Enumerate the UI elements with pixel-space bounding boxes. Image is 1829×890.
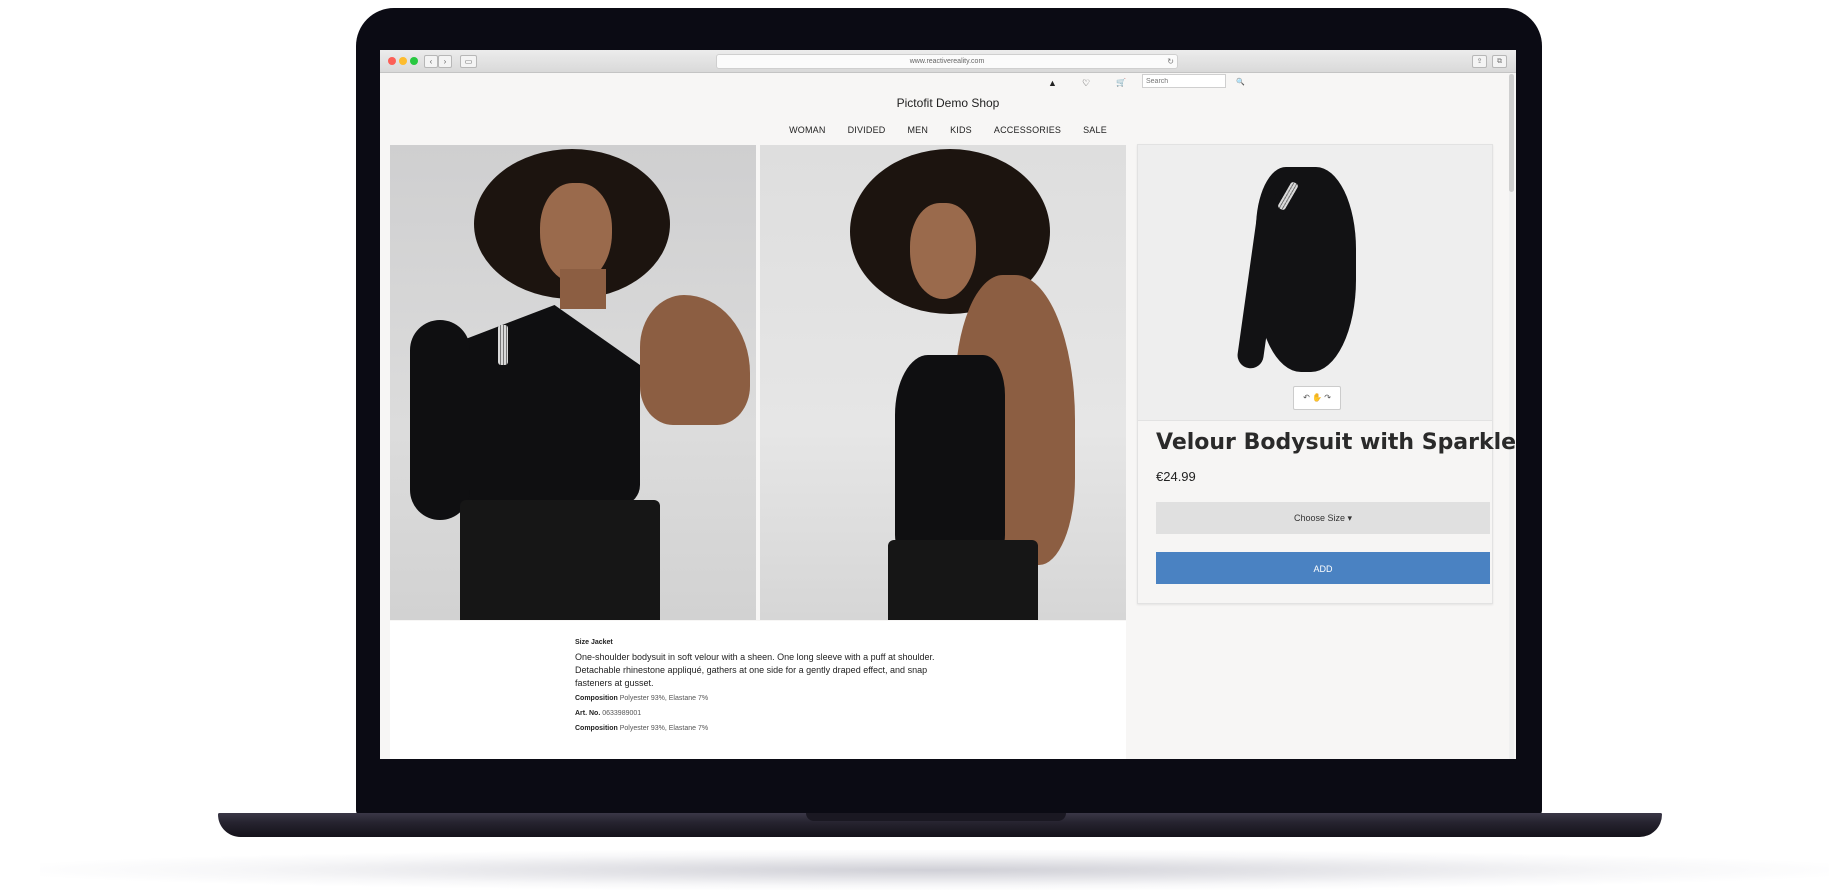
- brooch-shape: [498, 325, 508, 365]
- reload-icon[interactable]: ↻: [1167, 55, 1174, 68]
- product-card: ↶ ✋ ↷ Velour Bodysuit with Sparkles €24.…: [1137, 144, 1516, 604]
- forward-button[interactable]: ›: [438, 55, 452, 68]
- search-icon[interactable]: 🔍: [1236, 78, 1245, 86]
- add-to-cart-button[interactable]: ADD: [1156, 552, 1490, 584]
- composition-label-2: Composition: [575, 725, 618, 732]
- face-shape: [910, 203, 976, 299]
- art-no-row: Art. No. 0633989001: [575, 710, 955, 717]
- description-panel: Size Jacket One-shoulder bodysuit in sof…: [390, 621, 1126, 759]
- close-window-button[interactable]: [388, 57, 396, 65]
- nav-item-woman[interactable]: WOMAN: [789, 125, 826, 135]
- browser-screen: ‹ › ▭ www.reactivereality.com ↻ ⇪ ⧉ ▲ ♡ …: [380, 50, 1516, 759]
- composition-label: Composition: [575, 695, 618, 702]
- product-description: Size Jacket One-shoulder bodysuit in sof…: [575, 639, 955, 740]
- composition-value: Polyester 93%, Elastane 7%: [619, 695, 709, 702]
- laptop-shadow: [40, 850, 1829, 890]
- description-heading: Size Jacket: [575, 639, 613, 646]
- sidebar-toggle-button[interactable]: ▭: [460, 55, 477, 68]
- composition-row-2: Composition Polyester 93%, Elastane 7%: [575, 725, 955, 732]
- page-scrollbar[interactable]: [1509, 74, 1514, 759]
- pants-shape: [888, 540, 1038, 620]
- composition-value-2: Polyester 93%, Elastane 7%: [619, 725, 709, 732]
- nav-item-sale[interactable]: SALE: [1083, 125, 1107, 135]
- product-title: Velour Bodysuit with Sparkles: [1156, 430, 1516, 455]
- pants-shape: [460, 500, 660, 620]
- art-no-label: Art. No.: [575, 710, 601, 717]
- tabs-button[interactable]: ⧉: [1492, 55, 1507, 68]
- product-3d-viewer[interactable]: ↶ ✋ ↷: [1138, 145, 1492, 421]
- shop-title: Pictofit Demo Shop: [896, 96, 1000, 110]
- cart-icon[interactable]: 🛒: [1116, 78, 1126, 87]
- bodysuit-shape: [895, 355, 1005, 555]
- main-nav: WOMAN DIVIDED MEN KIDS ACCESSORIES SALE: [380, 125, 1516, 135]
- bodysuit-shape: [450, 305, 640, 505]
- sleeve-shape: [410, 320, 470, 520]
- url-text: www.reactivereality.com: [909, 58, 985, 65]
- share-button[interactable]: ⇪: [1472, 55, 1487, 68]
- product-photo-side[interactable]: [760, 145, 1126, 620]
- back-button[interactable]: ‹: [424, 55, 438, 68]
- composition-row: Composition Polyester 93%, Elastane 7%: [575, 695, 955, 702]
- art-no-value: 0633989001: [602, 710, 642, 717]
- description-text: One-shoulder bodysuit in soft velour wit…: [575, 652, 935, 688]
- nav-item-men[interactable]: MEN: [907, 125, 928, 135]
- nav-item-accessories[interactable]: ACCESSORIES: [994, 125, 1061, 135]
- face-shape: [540, 183, 612, 283]
- product-photo-front[interactable]: [390, 145, 756, 620]
- size-select[interactable]: Choose Size ▾: [1156, 502, 1490, 534]
- nav-item-kids[interactable]: KIDS: [950, 125, 972, 135]
- laptop-hinge: [806, 813, 1066, 821]
- neck-shape: [560, 269, 606, 309]
- search-input[interactable]: [1142, 74, 1226, 88]
- heart-icon[interactable]: ♡: [1082, 78, 1090, 89]
- minimize-window-button[interactable]: [399, 57, 407, 65]
- browser-toolbar: ‹ › ▭ www.reactivereality.com ↻ ⇪ ⧉: [380, 50, 1516, 73]
- rotate-control[interactable]: ↶ ✋ ↷: [1293, 386, 1341, 410]
- maximize-window-button[interactable]: [410, 57, 418, 65]
- nav-item-divided[interactable]: DIVIDED: [848, 125, 886, 135]
- person-icon[interactable]: ▲: [1048, 78, 1057, 88]
- bare-shoulder-shape: [640, 295, 750, 425]
- url-bar[interactable]: www.reactivereality.com ↻: [716, 54, 1178, 69]
- product-price: €24.99: [1156, 469, 1196, 484]
